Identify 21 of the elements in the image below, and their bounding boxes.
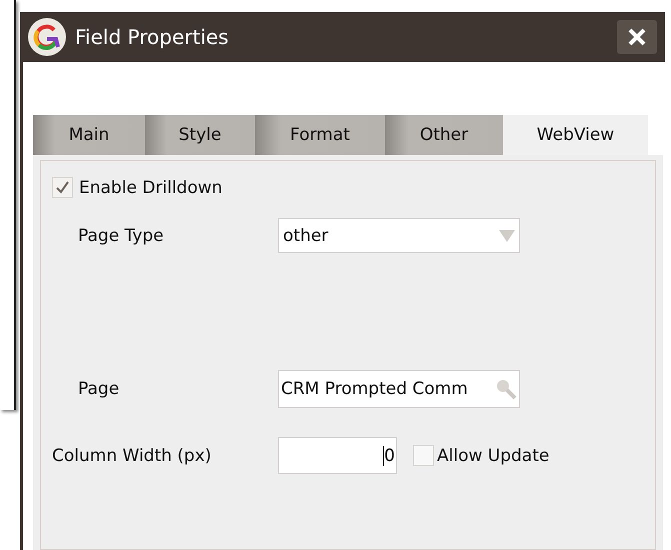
checkbox[interactable] — [413, 445, 434, 466]
field-label: Page — [78, 379, 120, 399]
window-title: Field Properties — [75, 25, 230, 49]
close-button[interactable] — [617, 20, 657, 54]
column-width-field[interactable]: 0 — [278, 437, 397, 474]
search-icon — [495, 378, 517, 400]
close-icon — [627, 27, 647, 47]
checkbox-label: Allow Update — [437, 446, 550, 466]
page-type-dropdown[interactable]: other — [278, 218, 520, 253]
tab[interactable]: Format — [255, 115, 385, 155]
field-label: Page Type — [78, 226, 165, 246]
dropdown-arrow-icon — [498, 228, 516, 242]
tab[interactable]: Main — [33, 115, 145, 155]
checkbox-label: Enable Drilldown — [79, 178, 222, 198]
tab[interactable]: Other — [385, 115, 503, 155]
checkbox[interactable] — [52, 177, 73, 198]
page-field[interactable]: CRM Prompted Comm — [278, 370, 520, 408]
tab[interactable]: WebView — [503, 115, 648, 155]
logo-icon — [27, 17, 67, 57]
tab[interactable]: Style — [145, 115, 255, 155]
field-label: Column Width (px) — [52, 446, 212, 466]
